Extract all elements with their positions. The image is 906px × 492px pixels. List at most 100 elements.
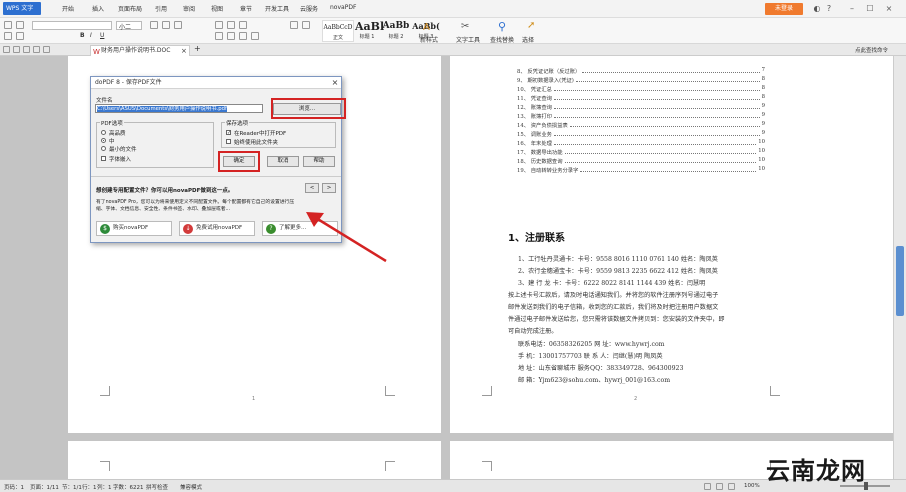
- underline-button[interactable]: U: [100, 32, 104, 39]
- find-icon[interactable]: ⚲: [498, 20, 506, 33]
- radio-medium[interactable]: [101, 138, 106, 143]
- title-bar: WPS 文字 开始 插入 页面布局 引用 审阅 视图 章节 开发工具 云服务 n…: [0, 0, 906, 18]
- menu-dev-tools[interactable]: 开发工具: [265, 4, 289, 13]
- bullet-list-icon[interactable]: [215, 21, 223, 29]
- body-line: 2、农行金穗通宝卡：卡号：9559 9813 2235 6622 412 姓名：…: [518, 268, 718, 275]
- tab-close-icon[interactable]: ×: [181, 46, 187, 56]
- copy-icon[interactable]: [16, 32, 24, 40]
- redo-icon[interactable]: [43, 46, 50, 53]
- open-in-reader-checkbox[interactable]: ✓: [226, 130, 231, 136]
- radio-medium-label: 中: [109, 139, 115, 145]
- justify-icon[interactable]: [251, 32, 259, 40]
- toc-entry[interactable]: 19、 自动转转业务分录字 10: [517, 166, 765, 174]
- new-tab-icon[interactable]: +: [194, 44, 201, 53]
- command-search[interactable]: 点此查找命令: [855, 46, 888, 54]
- save-icon[interactable]: [13, 46, 20, 53]
- select-cursor-icon[interactable]: ➚: [527, 20, 535, 31]
- always-use-folder-checkbox[interactable]: [226, 139, 231, 144]
- radio-high-quality[interactable]: [101, 130, 106, 135]
- radio-smallest[interactable]: [101, 146, 106, 151]
- menu-review[interactable]: 审阅: [183, 4, 195, 13]
- menu-view[interactable]: 视图: [211, 4, 223, 13]
- embed-fonts-checkbox[interactable]: [101, 156, 106, 161]
- status-word-count[interactable]: 字数：6221: [113, 483, 144, 491]
- toc-entry[interactable]: 10、 凭证汇总 8: [517, 85, 765, 93]
- ribbon: 小二 B I U AaBbCcD 正文 AaBl 标题 1 AaBb 标题 2 …: [0, 18, 906, 44]
- new-style-button[interactable]: 新样式: [420, 35, 438, 44]
- new-style-icon[interactable]: A: [423, 22, 430, 33]
- open-folder-icon[interactable]: [3, 46, 10, 53]
- toc-entry[interactable]: 12、 账簿查询 9: [517, 103, 765, 111]
- format-painter-icon[interactable]: [4, 32, 12, 40]
- bold-button[interactable]: B: [80, 32, 85, 39]
- menu-chapter[interactable]: 章节: [240, 4, 252, 13]
- menu-page-layout[interactable]: 页面布局: [118, 4, 142, 13]
- sort-icon[interactable]: [290, 21, 298, 29]
- font-size-select[interactable]: 小二: [116, 21, 142, 31]
- view-mode-icon[interactable]: [704, 483, 711, 490]
- align-center-icon[interactable]: [227, 32, 235, 40]
- toc-entry[interactable]: 8、 反凭证记账（反过账） 7: [517, 67, 765, 75]
- login-button[interactable]: 未登录: [765, 3, 803, 15]
- filename-input[interactable]: C:\Users\ASUS\Documents\财务用户操作说明书.pdf: [95, 104, 263, 113]
- scroll-thumb[interactable]: [896, 246, 904, 316]
- divider: [91, 176, 341, 177]
- text-tools-icon[interactable]: ✂: [461, 21, 469, 32]
- toc-entry[interactable]: 17、 数据导出功能 10: [517, 148, 765, 156]
- grow-font-icon[interactable]: [150, 21, 158, 29]
- minimize-icon[interactable]: –: [845, 2, 859, 15]
- paste-icon[interactable]: [4, 21, 12, 29]
- menu-cloud[interactable]: 云服务: [300, 4, 318, 13]
- font-family-select[interactable]: [32, 21, 112, 30]
- zoom-level[interactable]: 100%: [744, 483, 760, 489]
- help-button[interactable]: 帮助: [303, 156, 335, 167]
- help-icon[interactable]: ?: [822, 2, 836, 15]
- promo-prev-button[interactable]: <: [305, 183, 319, 193]
- arrow-shaft: [315, 216, 387, 263]
- italic-button[interactable]: I: [90, 32, 92, 39]
- style-normal[interactable]: AaBbCcD 正文: [322, 20, 354, 42]
- tab-document[interactable]: W 财务用户操作说明书.DOC ×: [90, 45, 190, 56]
- cut-icon[interactable]: [16, 21, 24, 29]
- toc-entry[interactable]: 15、 调账业务 9: [517, 130, 765, 138]
- view-mode-icon[interactable]: [728, 483, 735, 490]
- vertical-scrollbar[interactable]: [893, 56, 906, 479]
- clear-format-icon[interactable]: [174, 21, 182, 29]
- page-number: 2: [634, 396, 638, 402]
- find-replace-button[interactable]: 查找替换: [490, 35, 514, 44]
- style-heading-2[interactable]: AaBb 标题 2: [382, 20, 410, 42]
- view-mode-icon[interactable]: [716, 483, 723, 490]
- promo-next-button[interactable]: >: [322, 183, 336, 193]
- toc-entry[interactable]: 18、 历史数据查询 10: [517, 157, 765, 165]
- status-spellcheck[interactable]: 拼写检查: [146, 483, 168, 491]
- text-tools-button[interactable]: 文字工具: [456, 35, 480, 44]
- select-button[interactable]: 选择: [522, 35, 534, 44]
- toc-entry[interactable]: 13、 账簿打印 9: [517, 112, 765, 120]
- toc-entry[interactable]: 16、 年末处理 10: [517, 139, 765, 147]
- cancel-button[interactable]: 取消: [267, 156, 299, 167]
- status-page-count[interactable]: 页面：1/11: [30, 483, 59, 491]
- dialog-close-icon[interactable]: ×: [329, 77, 341, 89]
- trial-novapdf-button[interactable]: ↓ 免费试用novaPDF: [179, 221, 255, 236]
- align-right-icon[interactable]: [239, 32, 247, 40]
- menu-insert[interactable]: 插入: [92, 4, 104, 13]
- menu-home[interactable]: 开始: [62, 4, 74, 13]
- toc-entry[interactable]: 11、 凭证查询 8: [517, 94, 765, 102]
- show-marks-icon[interactable]: [302, 21, 310, 29]
- menu-novapdf[interactable]: novaPDF: [330, 4, 356, 11]
- buy-novapdf-button[interactable]: $ 购买novaPDF: [96, 221, 172, 236]
- indent-icon[interactable]: [239, 21, 247, 29]
- status-page[interactable]: 页码：1: [4, 483, 24, 491]
- toc-entry[interactable]: 14、 资产负债损益表 9: [517, 121, 765, 129]
- app-logo[interactable]: WPS 文字: [3, 2, 41, 15]
- align-left-icon[interactable]: [215, 32, 223, 40]
- close-icon[interactable]: ×: [882, 2, 896, 15]
- menu-reference[interactable]: 引用: [155, 4, 167, 13]
- style-heading-1[interactable]: AaBl 标题 1: [355, 20, 384, 42]
- maximize-icon[interactable]: ☐: [863, 2, 877, 15]
- undo-icon[interactable]: [33, 46, 40, 53]
- toc-entry[interactable]: 9、 期初数据录入(凭证) 8: [517, 76, 765, 84]
- number-list-icon[interactable]: [227, 21, 235, 29]
- shrink-font-icon[interactable]: [162, 21, 170, 29]
- print-icon[interactable]: [23, 46, 30, 53]
